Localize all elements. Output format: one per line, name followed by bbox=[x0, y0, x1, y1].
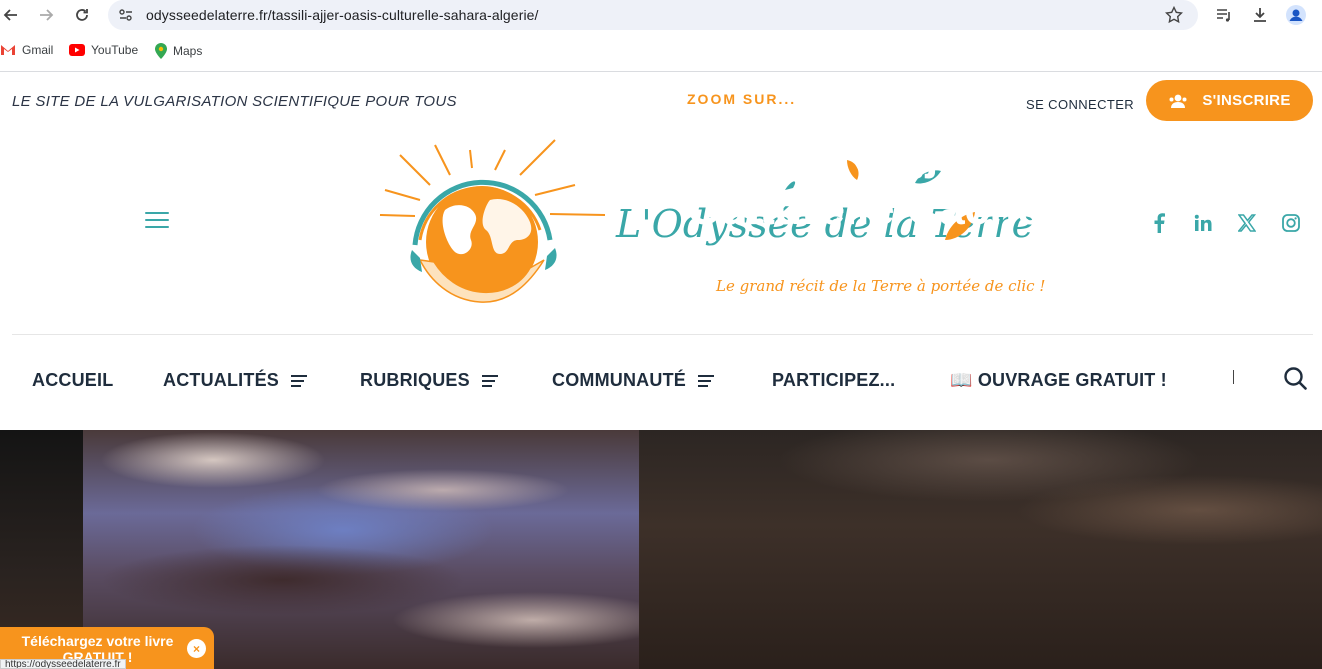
menu-item-communaute[interactable]: COMMUNAUTÉ bbox=[552, 370, 714, 391]
globe-hands-logo-icon bbox=[379, 139, 606, 303]
menu-item-ouvrage-gratuit[interactable]: 📖 OUVRAGE GRATUIT ! bbox=[950, 370, 1167, 391]
hero-kicker: ZOOM SUR... bbox=[687, 91, 797, 107]
profile-avatar-icon[interactable] bbox=[1285, 4, 1307, 26]
bookmark-gmail[interactable]: Gmail bbox=[0, 43, 53, 57]
header-divider bbox=[12, 334, 1313, 335]
menu-label: COMMUNAUTÉ bbox=[552, 370, 686, 390]
bookmark-label: Maps bbox=[173, 44, 203, 58]
url-text[interactable]: odysseedelaterre.fr/tassili-ajjer-oasis-… bbox=[146, 7, 539, 23]
reload-icon[interactable] bbox=[71, 4, 93, 26]
submenu-lines-icon bbox=[698, 372, 714, 390]
menu-item-accueil[interactable]: ACCUEIL bbox=[32, 370, 113, 391]
menu-separator bbox=[1233, 370, 1234, 384]
media-control-icon[interactable] bbox=[1213, 4, 1235, 26]
search-icon[interactable] bbox=[1283, 366, 1307, 390]
status-bar-url: https://odysseedelaterre.fr bbox=[0, 659, 126, 669]
close-icon[interactable]: × bbox=[187, 639, 206, 658]
bookmark-maps[interactable]: Maps bbox=[155, 43, 202, 59]
youtube-icon bbox=[69, 44, 85, 56]
maps-icon bbox=[155, 43, 167, 59]
hamburger-menu-icon[interactable] bbox=[145, 212, 169, 232]
bookmark-label: Gmail bbox=[22, 43, 54, 57]
submenu-lines-icon bbox=[481, 372, 498, 390]
menu-label: ACCUEIL bbox=[32, 370, 114, 390]
download-icon[interactable] bbox=[1249, 4, 1271, 26]
browser-toolbar: odysseedelaterre.fr/tassili-ajjer-oasis-… bbox=[0, 0, 1322, 30]
signup-label: S'INSCRIRE bbox=[1202, 92, 1291, 109]
submenu-lines-icon bbox=[291, 372, 307, 390]
hero-article-title[interactable]: Tassili N’Ajjer : une Oasis Culturelle C… bbox=[687, 126, 1287, 236]
back-icon[interactable] bbox=[0, 4, 22, 26]
menu-label: ACTUALITÉS bbox=[163, 370, 279, 390]
forward-icon[interactable] bbox=[35, 4, 57, 26]
menu-item-rubriques[interactable]: RUBRIQUES bbox=[360, 370, 498, 391]
address-bar[interactable]: odysseedelaterre.fr/tassili-ajjer-oasis-… bbox=[108, 0, 1198, 30]
user-group-icon bbox=[1169, 94, 1187, 108]
bookmark-label: YouTube bbox=[91, 43, 139, 57]
bookmark-youtube[interactable]: YouTube bbox=[69, 43, 138, 57]
hero-background bbox=[639, 430, 1322, 669]
menu-label: RUBRIQUES bbox=[360, 370, 470, 390]
menu-label: 📖 OUVRAGE GRATUIT ! bbox=[950, 370, 1167, 390]
chrome-divider bbox=[0, 71, 1322, 72]
menu-label: PARTICIPEZ... bbox=[772, 370, 896, 390]
gmail-icon bbox=[1, 45, 15, 55]
menu-item-actualites[interactable]: ACTUALITÉS bbox=[163, 370, 307, 391]
bookmark-star-icon[interactable] bbox=[1164, 5, 1184, 29]
bookmarks-bar: Gmail YouTube Maps bbox=[0, 36, 1322, 66]
signup-button[interactable]: S'INSCRIRE bbox=[1146, 80, 1313, 121]
logo-subtitle: Le grand récit de la Terre à portée de c… bbox=[716, 277, 1046, 295]
login-link[interactable]: SE CONNECTER bbox=[1026, 97, 1134, 112]
site-settings-icon[interactable] bbox=[118, 7, 134, 28]
site-tagline: LE SITE DE LA VULGARISATION SCIENTIFIQUE… bbox=[12, 93, 457, 110]
menu-item-participez[interactable]: PARTICIPEZ... bbox=[772, 370, 895, 391]
